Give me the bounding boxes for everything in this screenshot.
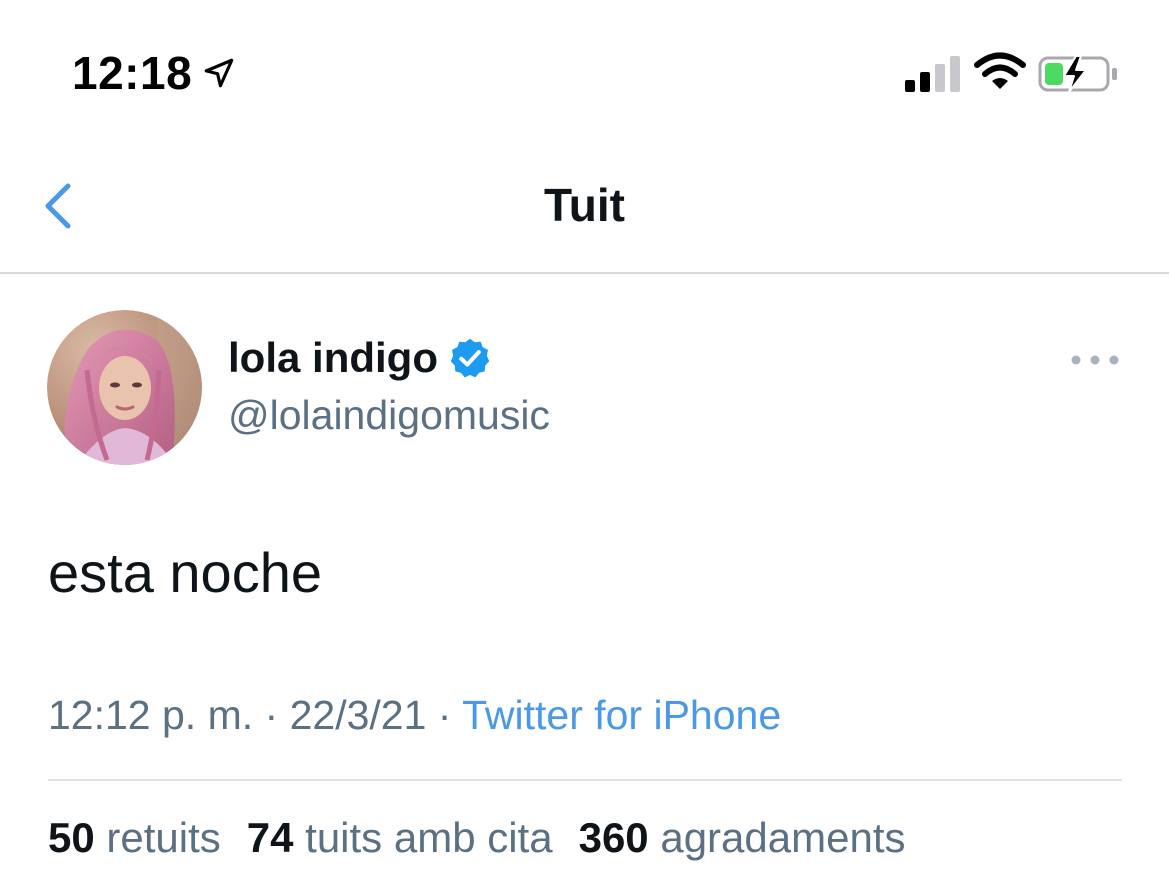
tweet-text: esta noche [48,541,322,604]
author-handle[interactable]: @lolaindigomusic [228,392,550,439]
more-horizontal-icon [1071,355,1119,365]
cellular-signal-icon [905,56,960,92]
tweet-meta-row: 12:12 p. m. · 22/3/21 · Twitter for iPho… [48,692,781,739]
likes-count: 360 [578,814,649,861]
location-arrow-icon [204,58,234,88]
meta-separator: · [264,692,279,738]
meta-separator: · [437,692,452,738]
page-title: Tuit [544,179,625,231]
avatar[interactable] [47,310,202,465]
likes-stat[interactable]: 360 agradaments [579,814,906,862]
quote-tweets-count: 74 [246,814,294,861]
verified-badge-icon [450,338,490,378]
divider [48,779,1122,781]
status-time: 12:18 [72,47,193,99]
quote-tweets-stat[interactable]: 74 tuits amb cita [247,814,553,862]
retweets-stat[interactable]: 50 retuits [48,814,221,862]
status-clock-group: 12:18 [72,46,236,100]
tweet-date: 22/3/21 [289,692,427,738]
status-bar: 12:18 [0,0,1169,150]
more-options-button[interactable] [1068,346,1122,374]
battery-charging-icon [1038,55,1117,93]
nav-header: Tuit [0,150,1169,274]
author-name-row[interactable]: lola indigo [228,334,492,382]
tweet-stats-row: 50 retuits 74 tuits amb cita 360 agradam… [48,814,932,862]
tweet-time: 12:12 p. m. [48,692,254,738]
author-name[interactable]: lola indigo [228,334,438,382]
tweet-source-link[interactable]: Twitter for iPhone [462,692,781,738]
quote-tweets-label: tuits amb cita [305,814,553,861]
retweets-label: retuits [106,814,221,861]
likes-label: agradaments [660,814,906,861]
wifi-icon [974,52,1026,89]
retweets-count: 50 [48,814,95,861]
